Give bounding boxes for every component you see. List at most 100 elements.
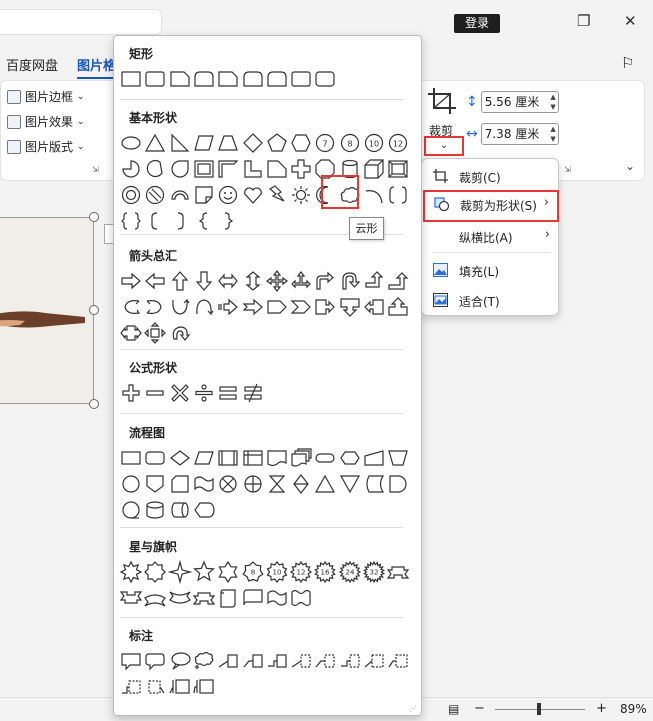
flowchart-shape-icon[interactable] (168, 446, 192, 470)
basic-shape-icon[interactable] (168, 209, 192, 233)
equation-shape-icon[interactable] (119, 381, 143, 405)
arrow-shape-icon[interactable] (241, 295, 265, 319)
arrow-shape-icon[interactable] (362, 295, 386, 319)
basic-shape-icon[interactable] (192, 209, 216, 233)
zoom-level[interactable]: 89% (620, 702, 647, 716)
equation-shape-icon[interactable] (192, 381, 216, 405)
star-banner-shape-icon[interactable]: 24 (338, 560, 362, 584)
flowchart-shape-icon[interactable] (241, 472, 265, 496)
title-search-box[interactable] (0, 9, 162, 35)
star-banner-shape-icon[interactable] (192, 586, 216, 610)
star-banner-shape-icon[interactable] (216, 560, 240, 584)
basic-shape-icon[interactable] (119, 157, 143, 181)
callout-shape-icon[interactable] (265, 649, 289, 673)
arrow-shape-icon[interactable] (386, 295, 410, 319)
basic-shape-icon[interactable] (168, 131, 192, 155)
menu-item-aspect-ratio[interactable]: 纵横比(A) › (422, 222, 558, 250)
star-banner-shape-icon[interactable] (143, 560, 167, 584)
flowchart-shape-icon[interactable] (386, 472, 410, 496)
flowchart-shape-icon[interactable] (362, 472, 386, 496)
basic-shape-icon[interactable] (362, 157, 386, 181)
selected-picture[interactable] (0, 217, 94, 404)
basic-shape-icon[interactable] (241, 131, 265, 155)
callout-shape-icon[interactable] (192, 675, 216, 699)
login-button[interactable]: 登录 (454, 14, 500, 33)
group-launcher-icon[interactable]: ⇲ (92, 165, 99, 174)
rectangle-shape-icon[interactable] (216, 67, 240, 91)
basic-shape-icon[interactable] (216, 183, 240, 207)
rectangle-shape-icon[interactable] (289, 67, 313, 91)
callout-shape-icon[interactable] (386, 649, 410, 673)
basic-shape-icon[interactable] (362, 183, 386, 207)
star-banner-shape-icon[interactable] (143, 586, 167, 610)
star-banner-shape-icon[interactable]: 10 (265, 560, 289, 584)
flowchart-shape-icon[interactable] (338, 446, 362, 470)
basic-shape-icon[interactable] (119, 183, 143, 207)
basic-shape-icon[interactable] (216, 131, 240, 155)
basic-shape-icon[interactable] (168, 183, 192, 207)
menu-item-crop-to-shape[interactable]: 裁剪为形状(S) › (423, 190, 559, 222)
basic-shape-icon[interactable] (143, 183, 167, 207)
flowchart-shape-icon[interactable] (143, 498, 167, 522)
flowchart-shape-icon[interactable] (192, 498, 216, 522)
arrow-shape-icon[interactable] (338, 269, 362, 293)
basic-shape-icon[interactable] (289, 183, 313, 207)
basic-shape-icon[interactable]: 7 (313, 131, 337, 155)
flowchart-shape-icon[interactable] (192, 446, 216, 470)
basic-shape-icon[interactable] (192, 131, 216, 155)
arrow-shape-icon[interactable] (241, 269, 265, 293)
callout-shape-icon[interactable] (143, 649, 167, 673)
equation-shape-icon[interactable] (216, 381, 240, 405)
flowchart-shape-icon[interactable] (313, 472, 337, 496)
flowchart-shape-icon[interactable] (119, 472, 143, 496)
size-launcher-icon[interactable]: ⇲ (564, 165, 571, 174)
arrow-shape-icon[interactable] (265, 269, 289, 293)
flowchart-shape-icon[interactable] (216, 446, 240, 470)
crop-dropdown-button[interactable]: ⌄ (424, 136, 464, 156)
basic-shape-icon[interactable] (265, 157, 289, 181)
equation-shape-icon[interactable] (143, 381, 167, 405)
arrow-shape-icon[interactable] (168, 269, 192, 293)
resize-handle[interactable] (89, 305, 99, 315)
star-banner-shape-icon[interactable] (386, 560, 410, 584)
rectangle-shape-icon[interactable] (168, 67, 192, 91)
arrow-shape-icon[interactable] (119, 321, 143, 345)
rectangle-shape-icon[interactable] (192, 67, 216, 91)
rectangle-shape-icon[interactable] (241, 67, 265, 91)
arrow-shape-icon[interactable] (168, 321, 192, 345)
callout-shape-icon[interactable] (241, 649, 265, 673)
tab-baidu-netdisk[interactable]: 百度网盘 (6, 55, 58, 74)
basic-shape-icon[interactable] (265, 183, 289, 207)
star-banner-shape-icon[interactable] (265, 586, 289, 610)
callout-shape-icon[interactable] (143, 675, 167, 699)
flowchart-shape-icon[interactable] (216, 472, 240, 496)
callout-shape-icon[interactable] (338, 649, 362, 673)
collapse-ribbon-icon[interactable]: ⌄ (625, 159, 635, 173)
star-banner-shape-icon[interactable] (241, 586, 265, 610)
basic-shape-icon[interactable] (119, 131, 143, 155)
rectangle-shape-icon[interactable] (313, 67, 337, 91)
callout-shape-icon[interactable] (216, 649, 240, 673)
flowchart-shape-icon[interactable] (143, 472, 167, 496)
arrow-shape-icon[interactable] (216, 295, 240, 319)
callout-shape-icon[interactable] (168, 675, 192, 699)
rectangle-shape-icon[interactable] (143, 67, 167, 91)
equation-shape-icon[interactable] (168, 381, 192, 405)
width-spinner-icon[interactable]: ▲ ▼ (550, 124, 555, 144)
arrow-shape-icon[interactable] (143, 269, 167, 293)
flowchart-shape-icon[interactable] (143, 446, 167, 470)
star-banner-shape-icon[interactable]: 8 (241, 560, 265, 584)
flowchart-shape-icon[interactable] (386, 446, 410, 470)
callout-shape-icon[interactable] (313, 649, 337, 673)
resize-handle[interactable] (89, 212, 99, 222)
basic-shape-icon[interactable] (241, 157, 265, 181)
star-banner-shape-icon[interactable] (119, 586, 143, 610)
basic-shape-icon[interactable]: 12 (386, 131, 410, 155)
arrow-shape-icon[interactable] (338, 295, 362, 319)
star-banner-shape-icon[interactable]: 12 (289, 560, 313, 584)
callout-shape-icon[interactable] (192, 649, 216, 673)
zoom-out-icon[interactable]: − (474, 701, 485, 716)
zoom-in-icon[interactable]: + (596, 701, 607, 716)
callout-shape-icon[interactable] (362, 649, 386, 673)
resize-handle[interactable] (89, 399, 99, 409)
